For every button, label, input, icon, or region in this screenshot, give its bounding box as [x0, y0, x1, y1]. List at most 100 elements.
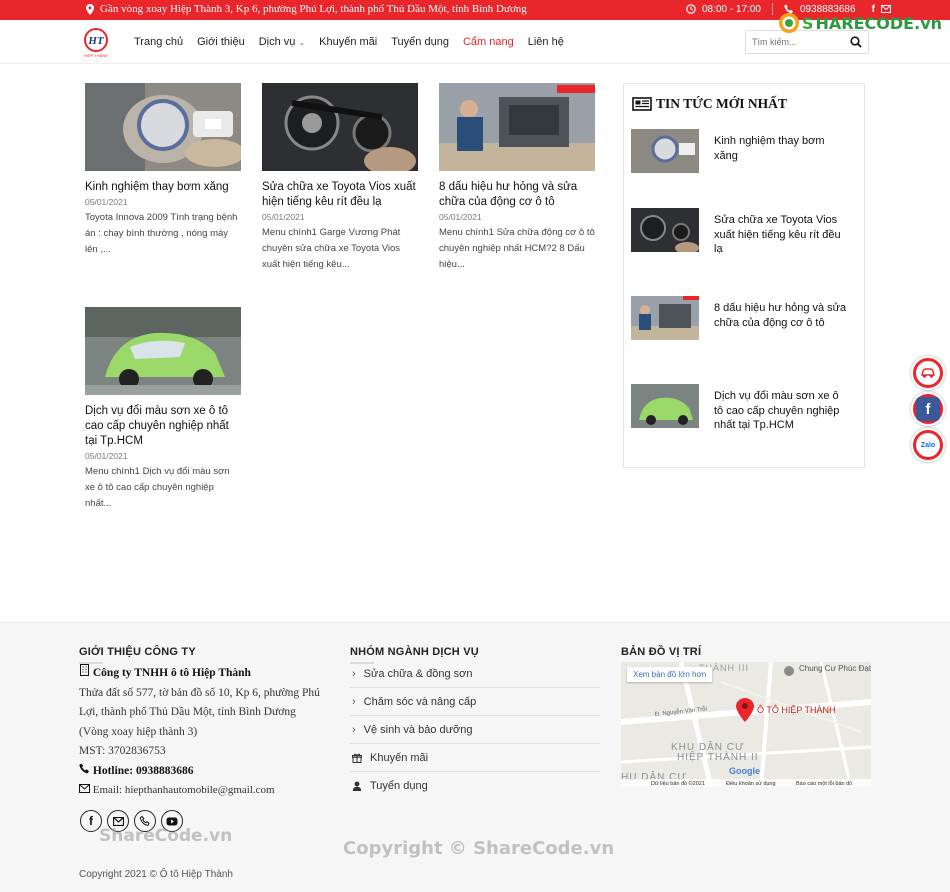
topbar-address: Gần vòng xoay Hiệp Thành 3, Kp 6, phường…: [86, 3, 527, 15]
floating-zalo-button[interactable]: Zalo: [911, 428, 945, 462]
svg-text:Ô TÔ HIỆP THÀNH: Ô TÔ HIỆP THÀNH: [757, 705, 836, 715]
service-link[interactable]: Tuyển dụng: [350, 772, 600, 800]
nav-about[interactable]: Giới thiệu: [197, 36, 245, 48]
post-card[interactable]: 8 dấu hiệu hư hỏng và sửa chữa của động …: [439, 83, 595, 273]
widget-heading: TIN TỨC MỚI NHẤT: [632, 96, 787, 112]
post-date: 05/01/2021: [439, 212, 482, 222]
latest-news-item[interactable]: Sửa chữa xe Toyota Vios xuất hiện tiếng …: [631, 208, 859, 257]
phone-icon: [79, 763, 89, 773]
news-thumbnail[interactable]: [631, 129, 699, 173]
latest-news-item[interactable]: Dịch vụ đổi màu sơn xe ô tô cao cấp chuy…: [631, 384, 859, 433]
post-thumbnail[interactable]: [85, 307, 241, 395]
service-label: Khuyến mãi: [370, 751, 429, 764]
nav-contact[interactable]: Liên hệ: [528, 36, 564, 48]
latest-news-item[interactable]: 8 dấu hiệu hư hỏng và sửa chữa của động …: [631, 296, 859, 342]
car-icon: [916, 361, 940, 385]
company-email[interactable]: Email: hiepthanhautomobile@gmail.com: [93, 784, 275, 796]
svg-text:HIỆP THÀNH II: HIỆP THÀNH II: [677, 750, 759, 763]
nav-careers[interactable]: Tuyển dụng: [391, 36, 449, 48]
search-icon[interactable]: [850, 36, 862, 48]
svg-text:HT: HT: [87, 35, 105, 47]
company-hotline[interactable]: Hotline: 0938883686: [93, 765, 194, 777]
post-excerpt: Menu chính1 Sửa chữa động cơ ô tô chuyên…: [439, 227, 595, 270]
floating-car-button[interactable]: [911, 356, 945, 390]
svg-text:Google: Google: [729, 766, 760, 776]
post-date: 05/01/2021: [85, 197, 128, 207]
post-date: 05/01/2021: [85, 451, 128, 461]
site-logo[interactable]: HT HIỆP THÀNH: [80, 26, 112, 58]
building-icon: [80, 664, 89, 676]
engine-belt-photo: [262, 83, 418, 171]
envelope-icon: [79, 784, 90, 793]
car-paint-thumb: [631, 384, 699, 428]
copyright-text: Copyright 2021 © Ô tô Hiệp Thành: [79, 869, 233, 880]
fuel-pump-photo: [85, 83, 241, 171]
gift-icon: [352, 753, 362, 763]
engine-belt-thumb: [631, 208, 699, 252]
company-name: Công ty TNHH ô tô Hiệp Thành: [92, 667, 251, 679]
nav-services[interactable]: Dịch vụ ⌄: [259, 36, 305, 48]
user-icon: [352, 781, 362, 791]
latest-news-item[interactable]: Kinh nghiệm thay bơm xăng: [631, 129, 859, 175]
nav-promotions[interactable]: Khuyến mãi: [319, 36, 377, 48]
nav-services-label: Dịch vụ: [258, 36, 296, 48]
svg-text:Báo cáo một lỗi bản đồ: Báo cáo một lỗi bản đồ: [796, 780, 852, 787]
svg-text:Chung Cư Phúc Đạt Connect: Chung Cư Phúc Đạt Connect: [799, 664, 871, 673]
topbar-address-text: Gần vòng xoay Hiệp Thành 3, Kp 6, phường…: [100, 3, 527, 15]
widget-heading-text: TIN TỨC MỚI NHẤT: [656, 96, 787, 111]
car-paint-photo: [85, 307, 241, 395]
fuel-pump-thumb: [631, 129, 699, 173]
chevron-right-icon: ›: [352, 667, 356, 680]
nav-handbook[interactable]: Cẩm nang: [463, 36, 514, 48]
news-title[interactable]: Dịch vụ đổi màu sơn xe ô tô cao cấp chuy…: [714, 389, 849, 433]
clock-icon: [686, 4, 696, 14]
post-title[interactable]: Dịch vụ đổi màu sơn xe ô tô cao cấp chuy…: [85, 404, 241, 449]
topbar-hours: 08:00 - 17:00: [702, 3, 761, 15]
post-title[interactable]: 8 dấu hiệu hư hỏng và sửa chữa của động …: [439, 180, 595, 210]
watermark-text: Copyright © ShareCode.vn: [343, 838, 615, 859]
company-email-line: Email: hiepthanhautomobile@gmail.com: [79, 781, 324, 801]
watermark-logo-text: HARECODE.vn: [815, 13, 943, 33]
svg-text:HIỆP THÀNH: HIỆP THÀNH: [84, 53, 108, 58]
facebook-icon: f: [916, 397, 940, 421]
watermark-text: ShareCode.vn: [99, 826, 233, 846]
map-marker-icon: [86, 3, 94, 15]
service-link[interactable]: › Vệ sinh và bảo dưỡng: [350, 716, 600, 744]
post-thumbnail[interactable]: [85, 83, 241, 171]
post-excerpt: Menu chính1 Garge Vương Phát chuyên sửa …: [262, 227, 401, 270]
search-input[interactable]: [746, 37, 841, 47]
service-link[interactable]: Khuyến mãi: [350, 744, 600, 772]
post-thumbnail[interactable]: [439, 83, 595, 171]
service-link[interactable]: › Sửa chữa & đồng sơn: [350, 660, 600, 688]
news-thumbnail[interactable]: [631, 208, 699, 252]
news-title[interactable]: Sửa chữa xe Toyota Vios xuất hiện tiếng …: [714, 213, 849, 257]
newspaper-icon: [632, 97, 652, 111]
footer-services-list: › Sửa chữa & đồng sơn › Chăm sóc và nâng c…: [350, 660, 600, 800]
service-link[interactable]: › Chăm sóc và nâng cấp: [350, 688, 600, 716]
news-title[interactable]: Kinh nghiệm thay bơm xăng: [714, 134, 849, 163]
watermark-logo: S HARECODE.vn: [778, 12, 942, 34]
company-address: Thửa đất số 577, tờ bản đồ số 10, Kp 6, …: [79, 686, 320, 738]
watermark-logo-prefix: S: [802, 13, 814, 33]
logo-mark-icon: HT HIỆP THÀNH: [84, 28, 108, 58]
location-map[interactable]: THÀNH III Chung Cư Phúc Đạt Connect Đ. N…: [621, 662, 871, 787]
post-thumbnail[interactable]: [262, 83, 418, 171]
post-title[interactable]: Kinh nghiệm thay bơm xăng: [85, 180, 241, 195]
view-larger-map-button[interactable]: Xem bản đồ lớn hơn: [627, 667, 713, 682]
company-name-line: Công ty TNHH ô tô Hiệp Thành: [79, 664, 324, 684]
post-title[interactable]: Sửa chữa xe Toyota Vios xuất hiện tiếng …: [262, 180, 418, 210]
post-card[interactable]: Sửa chữa xe Toyota Vios xuất hiện tiếng …: [262, 83, 418, 273]
service-label: Sửa chữa & đồng sơn: [363, 667, 473, 680]
post-card[interactable]: Kinh nghiệm thay bơm xăng 05/01/2021 Toy…: [85, 83, 241, 258]
news-thumbnail[interactable]: [631, 296, 699, 340]
floating-facebook-button[interactable]: f: [911, 392, 945, 426]
footer-intro-title: GIỚI THIỆU CÔNG TY: [79, 646, 196, 664]
news-thumbnail[interactable]: [631, 384, 699, 428]
engine-repair-thumb: [631, 296, 699, 340]
post-card[interactable]: Dịch vụ đổi màu sơn xe ô tô cao cấp chuy…: [85, 307, 241, 512]
main-nav: Trang chủ Giới thiệu Dịch vụ ⌄ Khuyến mã…: [134, 36, 578, 48]
nav-home[interactable]: Trang chủ: [134, 36, 183, 48]
engine-repair-photo: [439, 83, 595, 171]
news-title[interactable]: 8 dấu hiệu hư hỏng và sửa chữa của động …: [714, 301, 849, 330]
sharecode-logo-icon: [779, 13, 799, 33]
